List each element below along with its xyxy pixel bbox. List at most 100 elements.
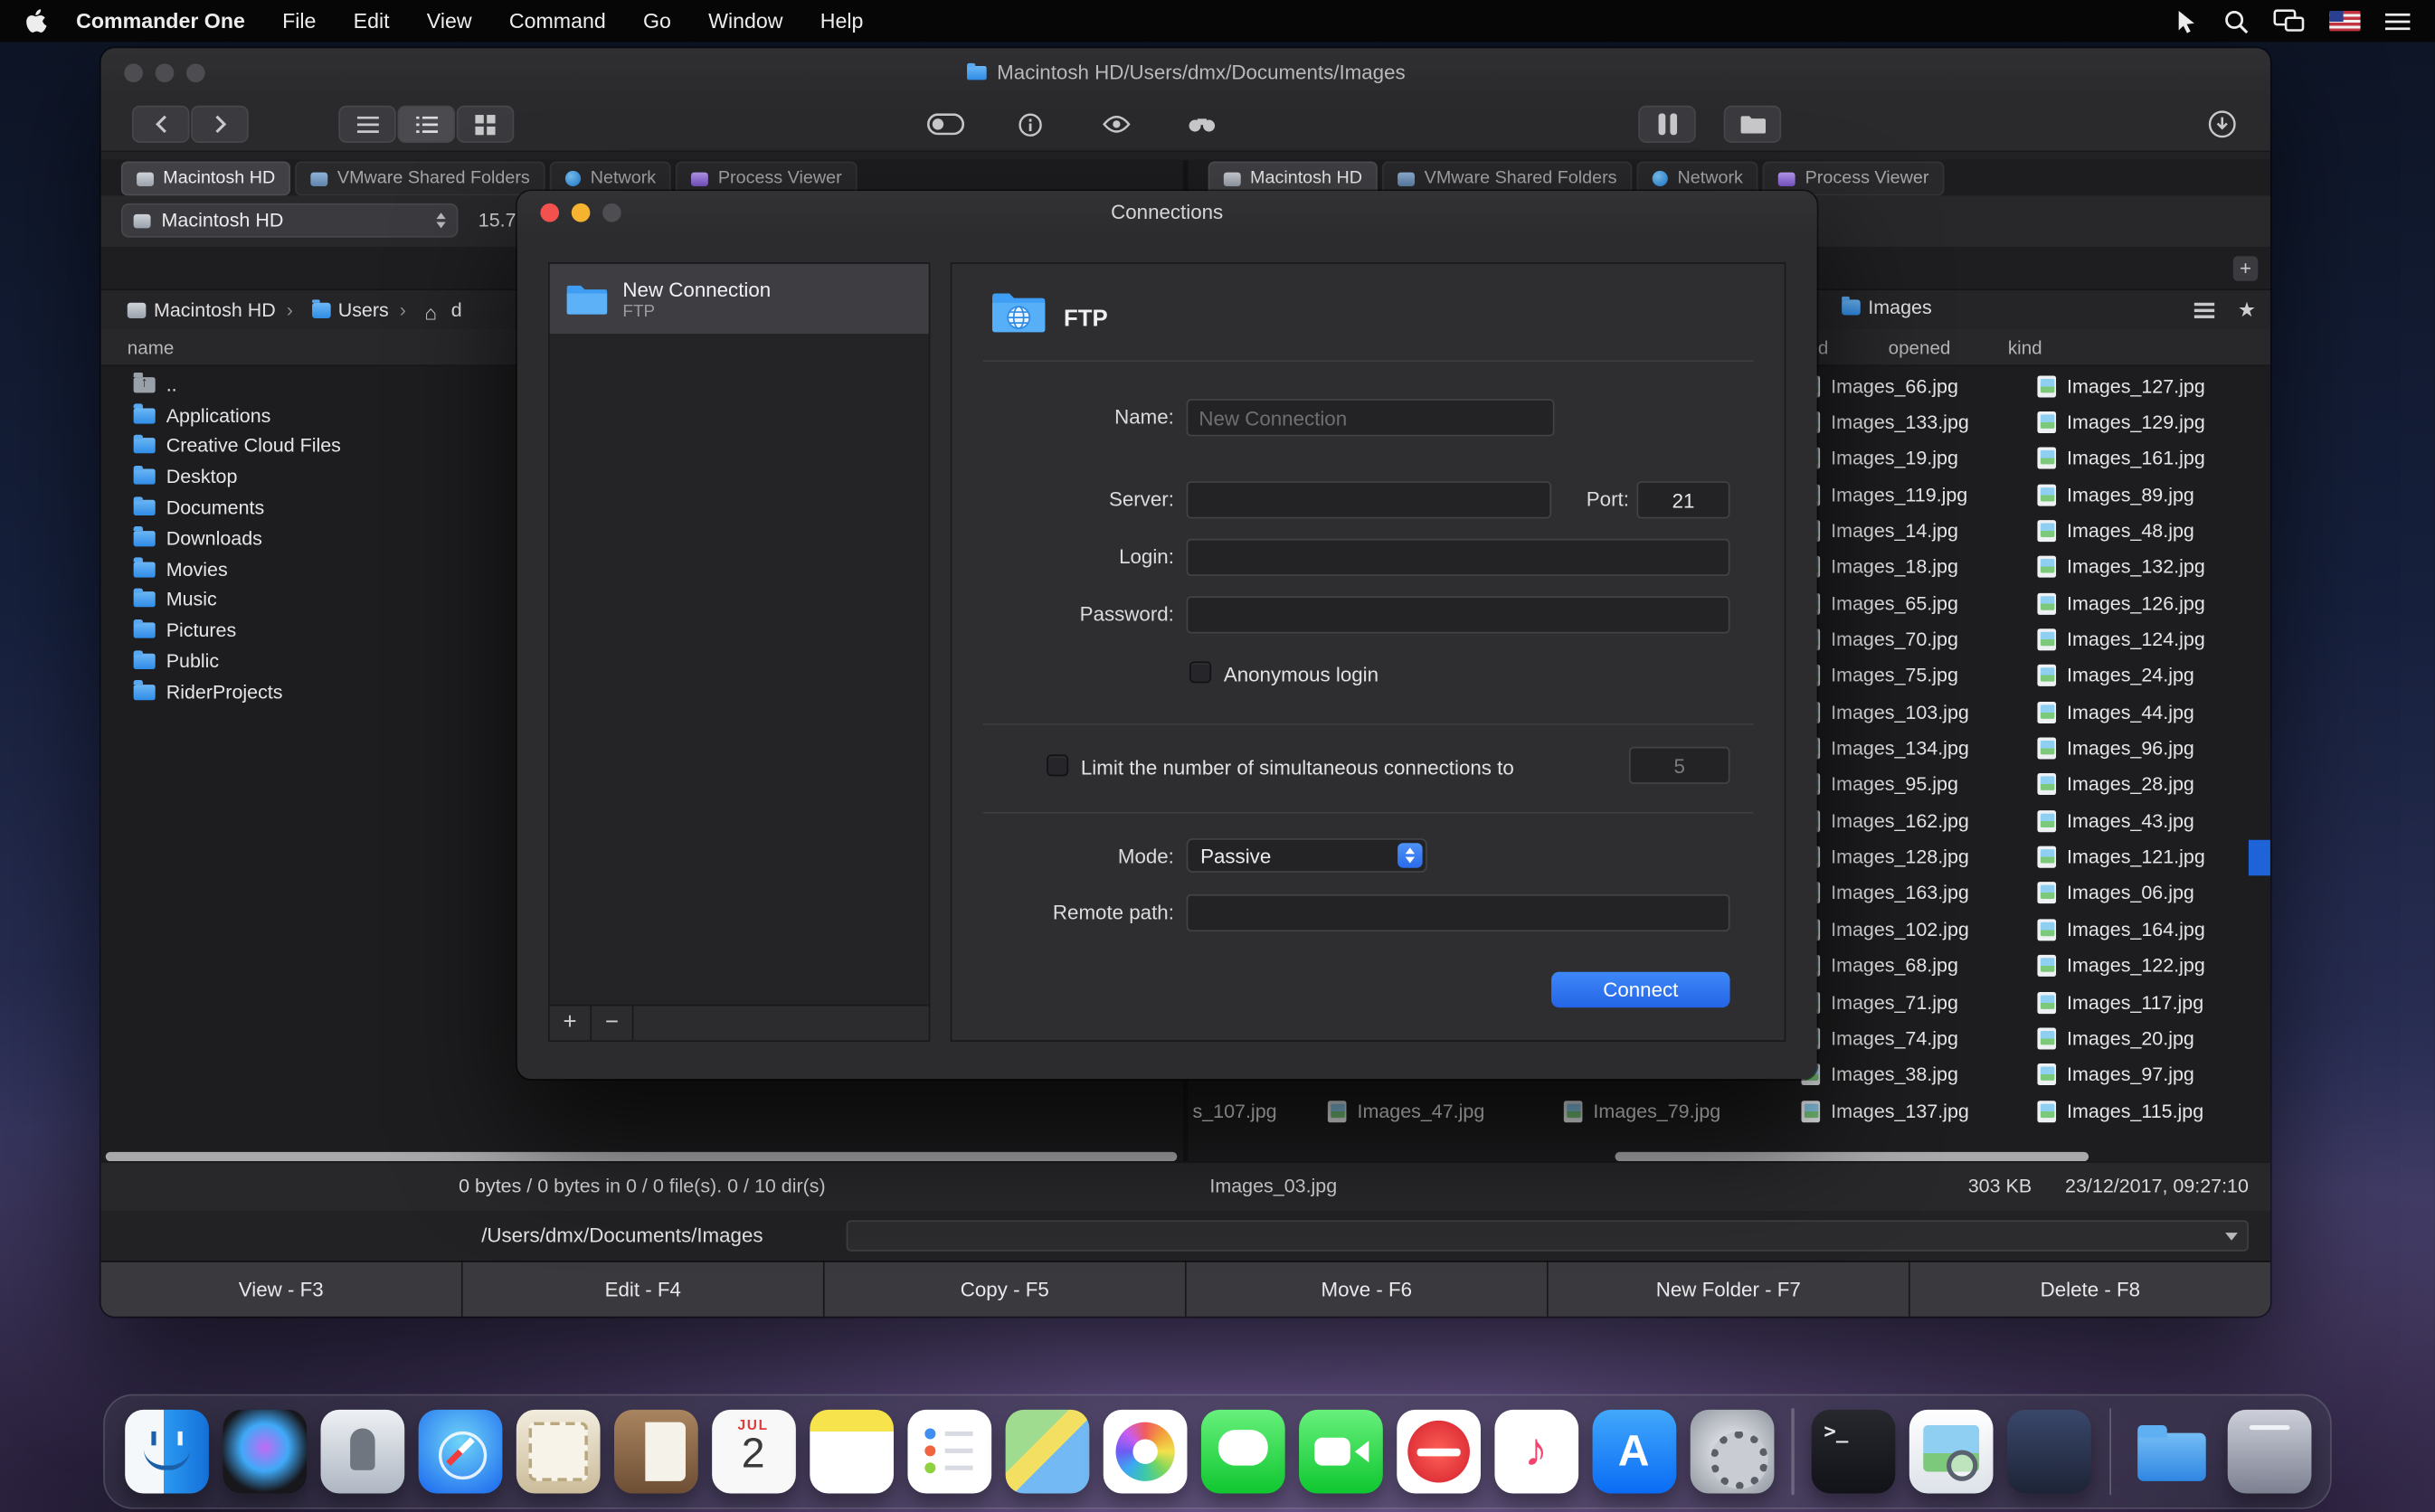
file-row[interactable]: Images_24.jpg [2037,657,2270,694]
breadcrumb-item[interactable]: Images [1842,297,1932,318]
file-row[interactable]: Images_38.jpg [1801,1056,2034,1092]
file-row[interactable]: Images_129.jpg [2037,404,2270,440]
file-row[interactable]: Images_75.jpg [1801,657,2034,694]
safari-icon[interactable] [418,1410,502,1494]
file-row[interactable]: Images_95.jpg [1801,767,2034,803]
file-row[interactable]: Images_74.jpg [1801,1020,2034,1056]
file-row[interactable]: Images_97.jpg [2037,1056,2270,1092]
back-button[interactable] [132,106,190,143]
contacts-icon[interactable] [613,1410,697,1494]
minimize-button[interactable] [156,63,175,82]
file-row[interactable]: Images_96.jpg [2037,731,2270,767]
file-row[interactable]: Images_68.jpg [1801,948,2034,984]
dialog-titlebar[interactable]: Connections [517,191,1817,234]
menu-item[interactable]: File [282,9,316,33]
tab[interactable]: VMware Shared Folders [296,162,545,196]
function-key-button[interactable]: Delete - F8 [1910,1262,2270,1317]
installer-icon[interactable] [2007,1410,2091,1494]
function-key-button[interactable]: Move - F6 [1187,1262,1547,1317]
view-brief-button[interactable] [338,106,396,143]
forward-button[interactable] [191,106,249,143]
file-row[interactable]: Images_134.jpg [1801,731,2034,767]
dlfolder-icon[interactable] [2129,1410,2213,1494]
connection-list-item[interactable]: New Connection FTP [550,264,929,334]
file-row[interactable]: Images_18.jpg [1801,549,2034,585]
file-row[interactable]: Images_122.jpg [2037,948,2270,984]
horizontal-scrollbar[interactable] [1615,1152,2089,1161]
fullscreen-button[interactable] [186,63,205,82]
menu-item[interactable]: Go [643,9,671,33]
view-detailed-button[interactable] [398,106,456,143]
server-input[interactable] [1187,481,1551,518]
maps-icon[interactable] [1005,1410,1089,1494]
dock-separator[interactable] [1791,1408,1794,1495]
preview-icon[interactable] [1909,1410,1994,1494]
menu-item[interactable]: Command [509,9,606,33]
menu-list-icon[interactable] [2385,12,2410,31]
window-titlebar[interactable]: Macintosh HD/Users/dmx/Documents/Images [101,48,2270,96]
view-options-icon[interactable] [2194,303,2214,306]
anonymous-login-checkbox[interactable] [1189,661,1211,683]
file-row[interactable]: Images_133.jpg [1801,404,2034,440]
sysprefs-icon[interactable] [1690,1410,1774,1494]
function-key-button[interactable]: New Folder - F7 [1549,1262,1909,1317]
launchpad-icon[interactable] [320,1410,404,1494]
download-queue-icon[interactable] [2193,106,2250,143]
file-row[interactable]: Images_89.jpg [2037,477,2270,513]
file-row[interactable]: Images_20.jpg [2037,1020,2270,1056]
file-row[interactable]: Images_06.jpg [2037,875,2270,912]
file-row[interactable]: Images_66.jpg [1801,368,2034,404]
menu-item[interactable]: Window [708,9,782,33]
breadcrumb-item[interactable]: Users [276,298,389,320]
password-input[interactable] [1187,596,1730,633]
view-thumbnails-button[interactable] [457,106,515,143]
file-row[interactable]: Images_161.jpg [2037,440,2270,477]
breadcrumb-item[interactable]: d [389,298,462,320]
file-row[interactable]: Images_162.jpg [1801,803,2034,839]
dock-separator[interactable] [2108,1408,2111,1495]
function-key-button[interactable]: Edit - F4 [463,1262,823,1317]
function-key-button[interactable]: View - F3 [101,1262,461,1317]
limit-input[interactable] [1629,747,1730,784]
appstore-icon[interactable]: A [1592,1410,1676,1494]
add-tab-button[interactable]: + [2233,256,2258,280]
file-row[interactable]: Images_103.jpg [1801,695,2034,731]
port-input[interactable] [1637,481,1730,518]
file-row[interactable]: Images_163.jpg [1801,875,2034,912]
trash-icon[interactable] [2227,1410,2311,1494]
search-binoculars-icon[interactable] [1172,106,1230,143]
file-row[interactable]: Images_14.jpg [1801,513,2034,549]
chevron-down-icon[interactable] [2225,1233,2238,1241]
notes-icon[interactable] [809,1410,893,1494]
file-row[interactable]: Images_44.jpg [2037,695,2270,731]
itunes-icon[interactable]: ♪ [1494,1410,1578,1494]
file-row[interactable]: Images_126.jpg [2037,585,2270,621]
file-row[interactable]: Images_119.jpg [1801,477,2034,513]
menu-item[interactable]: Edit [354,9,390,33]
tab[interactable]: Macintosh HD [121,162,291,196]
file-row[interactable]: Images_79.jpg [1564,1093,1720,1129]
close-button[interactable] [540,203,559,222]
messages-icon[interactable] [1200,1410,1284,1494]
file-row[interactable]: Images_164.jpg [2037,912,2270,948]
info-icon[interactable] [1001,106,1059,143]
command-line-input[interactable] [847,1220,2249,1251]
remove-connection-button[interactable]: − [592,1006,633,1040]
file-row[interactable]: Images_48.jpg [2037,513,2270,549]
file-row[interactable]: Images_128.jpg [1801,839,2034,875]
spotlight-search-icon[interactable] [2223,8,2248,33]
calendar-icon[interactable]: JUL 2 [711,1410,795,1494]
function-key-button[interactable]: Copy - F5 [825,1262,1185,1317]
pointer-cursor-icon[interactable] [2174,8,2199,33]
file-row[interactable]: Images_71.jpg [1801,984,2034,1020]
news-icon[interactable] [1396,1410,1480,1494]
add-connection-button[interactable]: + [550,1006,592,1040]
dual-pane-button[interactable] [1638,106,1696,143]
file-row[interactable]: Images_117.jpg [2037,984,2270,1020]
selected-file-fragment[interactable] [2249,840,2270,875]
file-row[interactable]: Images_137.jpg [1801,1092,2034,1129]
file-row[interactable]: Images_19.jpg [1801,440,2034,477]
toggle-hidden-files-icon[interactable] [916,106,974,143]
file-row[interactable]: Images_127.jpg [2037,368,2270,404]
file-row[interactable]: Images_70.jpg [1801,621,2034,657]
